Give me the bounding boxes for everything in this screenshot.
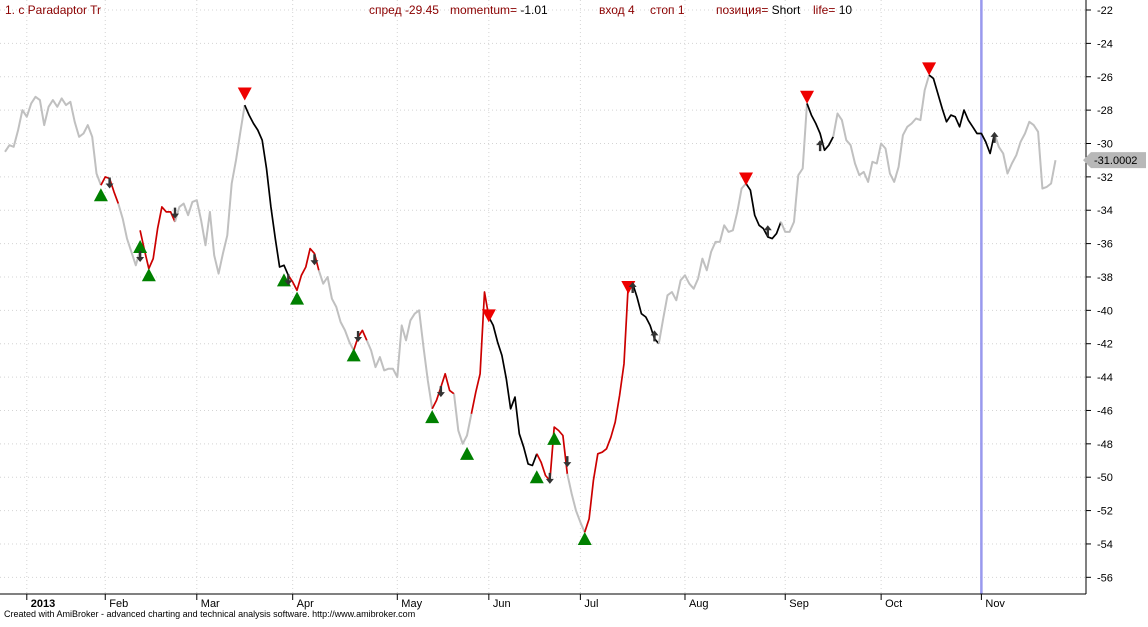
- buy-signal-marker: [529, 470, 544, 484]
- series-line-neutral: [657, 182, 747, 344]
- buy-signal-marker: [425, 410, 440, 424]
- series-line-neutral: [453, 393, 473, 445]
- position-label: позиция=: [716, 3, 769, 17]
- y-tick-label: -38: [1097, 272, 1113, 284]
- y-tick-label: -40: [1097, 305, 1113, 317]
- y-tick-label: -50: [1097, 472, 1113, 484]
- y-tick-label: -32: [1097, 172, 1113, 184]
- series-line-long: [352, 329, 368, 351]
- life-label: life=: [813, 3, 836, 17]
- y-tick-label: -22: [1097, 5, 1113, 17]
- x-tick-label: Aug: [689, 598, 709, 610]
- sell-signal-marker: [739, 172, 754, 186]
- buy-signal-marker: [346, 348, 361, 362]
- marker-group: [93, 62, 999, 545]
- buy-signal-marker: [547, 431, 562, 445]
- series-group: [4, 74, 1057, 533]
- series-line-long: [536, 426, 569, 482]
- y-tick-label: -56: [1097, 572, 1113, 584]
- y-tick-label: -44: [1097, 372, 1113, 384]
- price-chart: -22 -24 -26 -28 -30 -32 -34 -36 -38 -40 -42 -44 -46 -…: [0, 0, 1146, 610]
- series-line-neutral: [174, 104, 246, 275]
- buy-signal-marker: [577, 531, 592, 545]
- series-line-long: [139, 206, 176, 270]
- sell-signal-marker: [922, 62, 937, 76]
- buy-signal-marker: [93, 188, 108, 202]
- series-line-long: [583, 283, 630, 533]
- credit-text: Created with AmiBroker - advanced charti…: [4, 609, 416, 619]
- position-readout: позиция= Short: [716, 3, 800, 17]
- buy-signal-marker: [141, 268, 156, 282]
- axes: -22 -24 -26 -28 -30 -32 -34 -36 -38 -40 -42 -44 -46 -…: [0, 0, 1146, 610]
- chart-title-text: 1. c Paradaptor Tr: [5, 3, 102, 17]
- exit-down-arrow: [563, 456, 572, 468]
- spread-label: спред: [369, 3, 402, 17]
- series-line-short: [243, 104, 290, 276]
- y-tick-label: -36: [1097, 239, 1113, 251]
- y-tick-label: -30: [1097, 138, 1113, 150]
- series-line-short: [488, 316, 538, 467]
- stop-value: 1: [677, 3, 685, 17]
- stop-label: стоп: [650, 3, 675, 17]
- life-readout: life= 10: [813, 3, 852, 17]
- entry-readout: вход 4: [599, 3, 635, 17]
- series-line-short: [745, 183, 782, 240]
- grid: [0, 0, 1086, 594]
- y-tick-label: -54: [1097, 539, 1113, 551]
- y-tick-label: -48: [1097, 439, 1113, 451]
- stop-readout: стоп 1: [650, 3, 685, 17]
- entry-value: 4: [628, 3, 635, 17]
- buy-signal-marker: [460, 446, 475, 460]
- chart: -22 -24 -26 -28 -30 -32 -34 -36 -38 -40 -42 -44 -46 -…: [0, 0, 1148, 622]
- x-tick-label: Oct: [885, 598, 902, 610]
- life-value: 10: [838, 3, 853, 17]
- sell-signal-marker: [237, 87, 252, 101]
- series-line-neutral: [993, 120, 1057, 190]
- spread-value: -29.45: [404, 3, 439, 17]
- x-tick-label: Sep: [789, 598, 809, 610]
- series-line-neutral: [566, 473, 586, 533]
- series-line-neutral: [365, 309, 434, 409]
- y-tick-label: -46: [1097, 405, 1113, 417]
- y-tick-label: -52: [1097, 506, 1113, 518]
- y-tick-label: -26: [1097, 72, 1113, 84]
- momentum-label: momentum=: [450, 3, 518, 17]
- chart-title: 1. c Paradaptor Tr: [5, 3, 101, 17]
- y-tick-label: -42: [1097, 339, 1113, 351]
- sell-signal-marker: [800, 90, 815, 104]
- x-tick-label: Jul: [584, 598, 598, 610]
- x-tick-label: Nov: [985, 598, 1005, 610]
- entry-label: вход: [599, 3, 625, 17]
- series-line-long: [431, 372, 455, 410]
- spread-readout: спред -29.45: [369, 3, 439, 17]
- x-tick-label: Jun: [493, 598, 511, 610]
- momentum-value: -1.01: [520, 3, 548, 17]
- series-line-short: [928, 74, 996, 155]
- momentum-readout: momentum= -1.01: [450, 3, 548, 17]
- position-value: Short: [771, 3, 801, 17]
- y-tick-label: -24: [1097, 38, 1113, 50]
- y-tick-label: -34: [1097, 205, 1113, 217]
- y-tick-label: -28: [1097, 105, 1113, 117]
- series-line-neutral: [117, 203, 142, 267]
- last-value-label: -31.0002: [1094, 155, 1137, 167]
- buy-signal-marker: [290, 291, 305, 305]
